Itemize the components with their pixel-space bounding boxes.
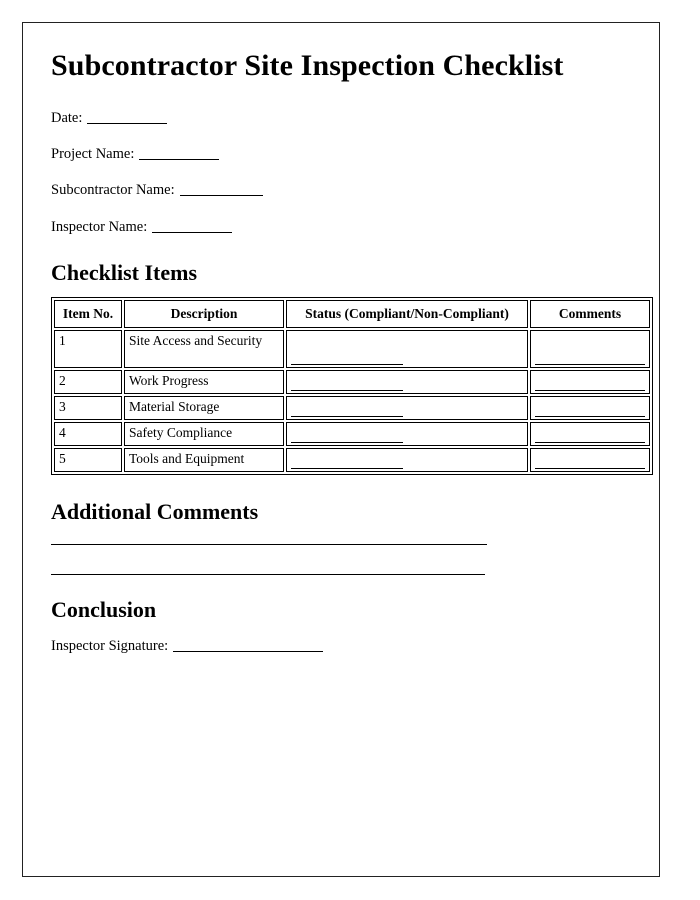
comments-blank-line xyxy=(535,467,645,470)
comments-blank-wrap xyxy=(535,399,645,418)
field-inspector-signature-input[interactable] xyxy=(173,650,324,652)
comments-blank-wrap xyxy=(535,425,645,444)
cell-description: Site Access and Security xyxy=(124,330,284,369)
comments-blank-line xyxy=(535,389,645,392)
document-page: Subcontractor Site Inspection Checklist … xyxy=(22,22,660,877)
cell-item-no: 4 xyxy=(54,422,122,447)
cell-comments[interactable] xyxy=(530,448,650,473)
cell-item-no: 1 xyxy=(54,330,122,369)
status-blank-line xyxy=(291,441,403,444)
cell-item-no: 3 xyxy=(54,396,122,421)
table-row: 3 Material Storage xyxy=(54,396,650,421)
field-inspector-name-label: Inspector Name: xyxy=(51,218,148,235)
cell-status[interactable] xyxy=(286,370,528,395)
column-header-item-no: Item No. xyxy=(54,300,122,329)
status-blank-wrap xyxy=(291,333,523,366)
status-blank-line xyxy=(291,389,403,392)
cell-description: Material Storage xyxy=(124,396,284,421)
additional-comments-line-2[interactable] xyxy=(51,573,485,575)
table-header-row: Item No. Description Status (Compliant/N… xyxy=(54,300,650,329)
cell-status[interactable] xyxy=(286,330,528,369)
field-subcontractor-name: Subcontractor Name: xyxy=(51,182,631,199)
status-blank-line xyxy=(291,467,403,470)
column-header-status: Status (Compliant/Non-Compliant) xyxy=(286,300,528,329)
cell-comments[interactable] xyxy=(530,370,650,395)
comments-blank-line xyxy=(535,441,645,444)
status-blank-wrap xyxy=(291,451,523,470)
cell-description: Safety Compliance xyxy=(124,422,284,447)
column-header-description: Description xyxy=(124,300,284,329)
checklist-table: Item No. Description Status (Compliant/N… xyxy=(51,297,653,476)
table-row: 5 Tools and Equipment xyxy=(54,448,650,473)
table-row: 1 Site Access and Security xyxy=(54,330,650,369)
comments-blank-line xyxy=(535,415,645,418)
page-title: Subcontractor Site Inspection Checklist xyxy=(51,49,564,82)
field-date-label: Date: xyxy=(51,109,83,126)
field-project-name-input[interactable] xyxy=(139,158,220,160)
table-row: 4 Safety Compliance xyxy=(54,422,650,447)
cell-item-no: 5 xyxy=(54,448,122,473)
cell-comments[interactable] xyxy=(530,422,650,447)
field-inspector-signature-label: Inspector Signature: xyxy=(51,637,169,654)
field-inspector-name-input[interactable] xyxy=(152,231,233,233)
checklist-items-heading: Checklist Items xyxy=(51,260,198,286)
cell-status[interactable] xyxy=(286,396,528,421)
cell-comments[interactable] xyxy=(530,396,650,421)
comments-blank-line xyxy=(535,363,645,366)
cell-status[interactable] xyxy=(286,448,528,473)
field-date: Date: xyxy=(51,110,631,127)
conclusion-heading: Conclusion xyxy=(51,596,157,622)
field-project-name-label: Project Name: xyxy=(51,145,135,162)
additional-comments-heading: Additional Comments xyxy=(51,499,259,525)
cell-comments[interactable] xyxy=(530,330,650,369)
additional-comments-line-1[interactable] xyxy=(51,543,487,545)
document-body: Subcontractor Site Inspection Checklist … xyxy=(23,23,659,655)
column-header-comments: Comments xyxy=(530,300,650,329)
cell-item-no: 2 xyxy=(54,370,122,395)
status-blank-wrap xyxy=(291,373,523,392)
field-project-name: Project Name: xyxy=(51,146,631,163)
status-blank-wrap xyxy=(291,425,523,444)
table-row: 2 Work Progress xyxy=(54,370,650,395)
field-subcontractor-name-input[interactable] xyxy=(179,195,263,197)
cell-status[interactable] xyxy=(286,422,528,447)
status-blank-line xyxy=(291,415,403,418)
field-inspector-signature: Inspector Signature: xyxy=(51,638,631,655)
status-blank-wrap xyxy=(291,399,523,418)
comments-blank-wrap xyxy=(535,373,645,392)
cell-description: Work Progress xyxy=(124,370,284,395)
field-subcontractor-name-label: Subcontractor Name: xyxy=(51,182,175,199)
field-date-input[interactable] xyxy=(87,122,168,124)
status-blank-line xyxy=(291,363,403,366)
cell-description: Tools and Equipment xyxy=(124,448,284,473)
comments-blank-wrap xyxy=(535,333,645,366)
comments-blank-wrap xyxy=(535,451,645,470)
field-inspector-name: Inspector Name: xyxy=(51,219,631,236)
